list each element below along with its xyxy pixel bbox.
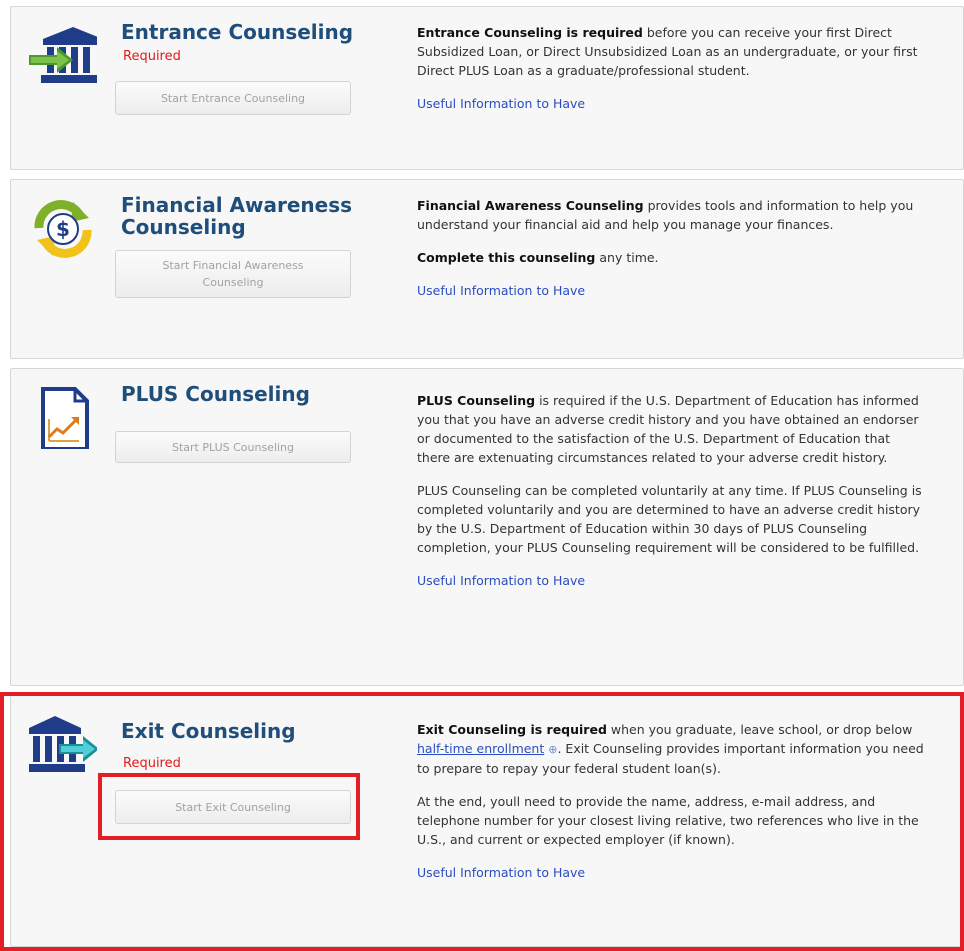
start-exit-counseling-button[interactable]: Start Exit Counseling: [115, 790, 351, 824]
half-time-enrollment-link[interactable]: half-time enrollment: [417, 741, 544, 756]
bank-arrow-out-icon: [29, 714, 99, 776]
start-financial-awareness-counseling-button[interactable]: Start Financial Awareness Counseling: [115, 250, 351, 298]
description-text: Entrance Counseling is required before y…: [417, 23, 927, 80]
card-title: Exit Counseling: [121, 719, 296, 743]
plus-counseling-card: PLUS Counseling Start PLUS Counseling PL…: [10, 368, 964, 686]
description-bold: Entrance Counseling is required: [417, 25, 643, 40]
entrance-counseling-card: Entrance Counseling Required Start Entra…: [10, 6, 964, 170]
card-title: Entrance Counseling: [121, 20, 354, 44]
description-bold: PLUS Counseling: [417, 393, 536, 408]
start-plus-counseling-button[interactable]: Start PLUS Counseling: [115, 431, 351, 463]
dollar-refresh-icon: $: [29, 198, 97, 260]
description-text: PLUS Counseling is required if the U.S. …: [417, 391, 927, 467]
card-description: Financial Awareness Counseling provides …: [417, 196, 927, 300]
description-text-2: Complete this counseling any time.: [417, 248, 927, 267]
required-label: Required: [123, 756, 181, 771]
exit-counseling-card: Exit Counseling Required Start Exit Coun…: [10, 695, 964, 947]
useful-information-link[interactable]: Useful Information to Have: [417, 571, 585, 590]
chart-document-icon: [29, 387, 97, 451]
description-bold: Complete this counseling: [417, 250, 596, 265]
svg-text:$: $: [56, 217, 70, 241]
description-text: Exit Counseling is required when you gra…: [417, 720, 927, 778]
bank-arrow-in-icon: [29, 25, 103, 87]
description-text-2: At the end, youll need to provide the na…: [417, 794, 919, 847]
description-text: Financial Awareness Counseling provides …: [417, 196, 927, 234]
useful-information-link[interactable]: Useful Information to Have: [417, 94, 585, 113]
start-entrance-counseling-button[interactable]: Start Entrance Counseling: [115, 81, 351, 115]
financial-awareness-card: $ Financial Awareness Counseling Start F…: [10, 179, 964, 359]
useful-information-link[interactable]: Useful Information to Have: [417, 863, 585, 882]
card-description: Entrance Counseling is required before y…: [417, 23, 927, 113]
description-body: any time.: [595, 250, 659, 265]
card-title: PLUS Counseling: [121, 382, 310, 406]
description-body: when you graduate, leave school, or drop…: [606, 722, 913, 737]
card-description: Exit Counseling is required when you gra…: [417, 720, 927, 882]
card-title: Financial Awareness Counseling: [121, 193, 353, 239]
required-label: Required: [123, 49, 181, 64]
useful-information-link[interactable]: Useful Information to Have: [417, 281, 585, 300]
description-text-2: PLUS Counseling can be completed volunta…: [417, 483, 922, 555]
card-description: PLUS Counseling is required if the U.S. …: [417, 391, 927, 590]
description-bold: Exit Counseling is required: [417, 722, 607, 737]
description-bold: Financial Awareness Counseling: [417, 198, 644, 213]
